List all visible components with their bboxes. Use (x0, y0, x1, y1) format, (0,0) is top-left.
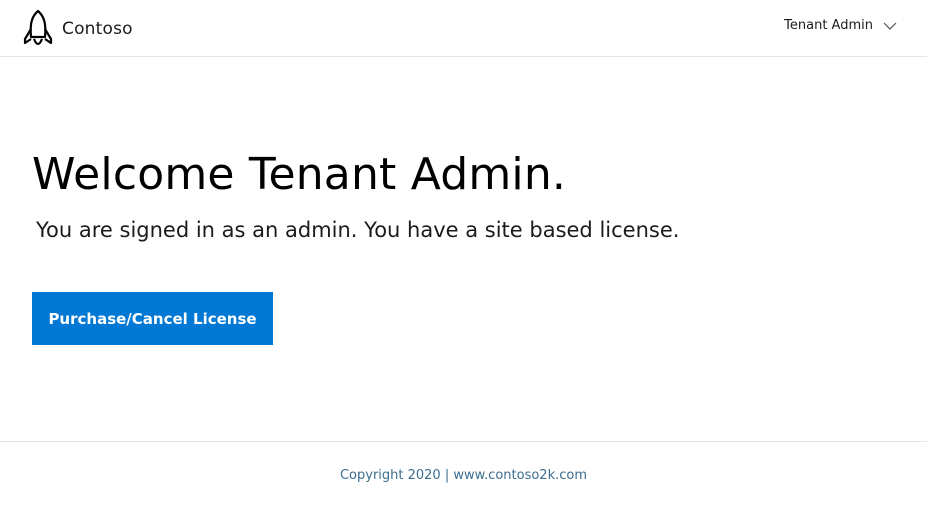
top-bar: Contoso Tenant Admin (0, 0, 927, 57)
footer-copyright: Copyright 2020 | www.contoso2k.com (339, 468, 588, 483)
page-title: Welcome Tenant Admin. (32, 149, 567, 200)
rocket-icon (22, 9, 54, 49)
brand-name: Contoso (62, 19, 133, 39)
user-name: Tenant Admin (784, 18, 873, 33)
chevron-down-icon (873, 22, 897, 30)
user-menu[interactable]: Tenant Admin (784, 18, 897, 33)
main-content: Welcome Tenant Admin. You are signed in … (32, 140, 892, 345)
brand[interactable]: Contoso (22, 9, 133, 49)
page-subtitle: You are signed in as an admin. You have … (36, 218, 680, 242)
purchase-cancel-license-button[interactable]: Purchase/Cancel License (32, 292, 273, 345)
footer: Copyright 2020 | www.contoso2k.com (0, 441, 927, 506)
